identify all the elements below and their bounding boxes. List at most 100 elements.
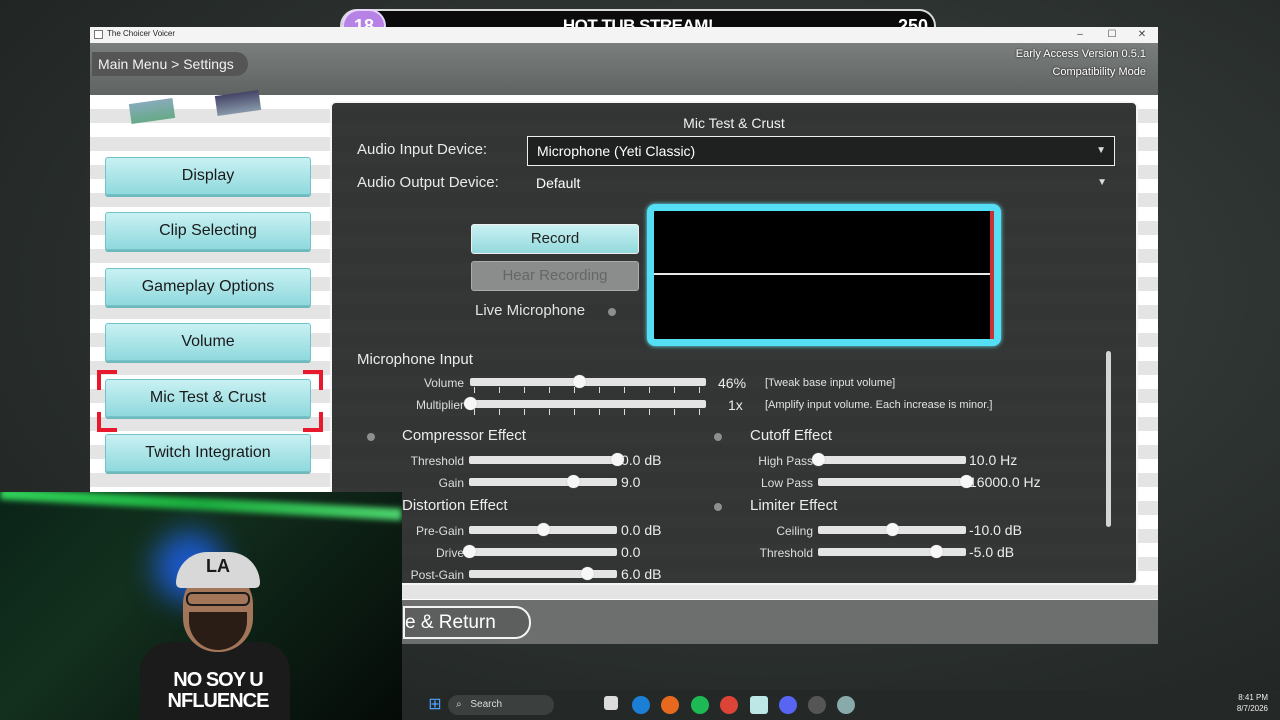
ceiling-slider[interactable] [818,523,966,536]
maximize-icon[interactable]: ☐ [1098,27,1126,43]
limiter-threshold-slider[interactable] [818,545,966,558]
close-icon[interactable]: ✕ [1128,27,1156,43]
window-titlebar: The Choicer Voicer – ☐ ✕ [90,27,1158,43]
highpass-knob[interactable] [812,453,825,466]
compressor-gain-value: 9.0 [621,474,641,490]
chevron-down-icon: ▼ [1096,145,1106,156]
clock-date: 8/7/2026 [1236,704,1268,713]
sidebar-item-clip-selecting[interactable]: Clip Selecting [105,212,311,250]
highpass-value: 10.0 Hz [969,452,1018,468]
live-microphone-toggle[interactable] [608,308,616,316]
limiter-heading: Limiter Effect [750,497,838,514]
firefox-icon[interactable] [661,696,679,714]
hear-recording-button[interactable]: Hear Recording [471,261,639,291]
live-microphone-label: Live Microphone [475,302,586,319]
taskbar-search[interactable]: ⌕ Search [448,695,554,715]
limiter-toggle[interactable] [714,503,722,511]
sidebar-item-display[interactable]: Display [105,157,311,195]
obs-icon[interactable] [808,696,826,714]
streamer-cap: LA [176,552,260,588]
audio-input-label: Audio Input Device: [357,141,488,158]
cutoff-heading: Cutoff Effect [750,427,832,444]
task-view-icon[interactable] [604,696,618,710]
minimize-icon[interactable]: – [1066,27,1094,43]
settings-gear-icon[interactable] [837,696,855,714]
choicer-voicer-app-icon[interactable] [750,696,768,714]
volume-slider[interactable] [470,375,706,393]
waveform-playhead [990,211,994,339]
mic-test-panel: Mic Test & Crust Audio Input Device: Mic… [330,101,1138,585]
sidebar-item-gameplay-options[interactable]: Gameplay Options [105,268,311,306]
waveform-line [654,273,994,275]
lowpass-value: 16000.0 Hz [969,474,1041,490]
panel-title: Mic Test & Crust [683,115,785,131]
chrome-icon[interactable] [720,696,738,714]
ceiling-knob[interactable] [886,523,899,536]
multiplier-note: [Amplify input volume. Each increase is … [765,399,993,411]
postgain-slider[interactable] [469,567,617,580]
limiter-threshold-value: -5.0 dB [969,544,1015,560]
audio-output-dropdown[interactable]: Default ▼ [527,169,1115,199]
sidebar-item-mic-test-crust[interactable]: Mic Test & Crust [105,379,311,417]
drive-value: 0.0 [621,544,641,560]
version-info: Early Access Version 0.5.1 Compatibility… [1016,45,1146,81]
pregain-knob[interactable] [537,523,550,536]
cap-logo: LA [206,556,230,576]
multiplier-label: Multiplier [415,398,464,412]
record-button[interactable]: Record [471,224,639,254]
highpass-slider[interactable] [812,453,966,466]
pregain-slider[interactable] [469,523,617,536]
compressor-toggle[interactable] [367,433,375,441]
postgain-value: 6.0 dB [621,566,662,582]
system-clock: 8:41 PM 8/7/2026 [1237,692,1268,714]
panel-scrollbar[interactable] [1106,351,1111,527]
spotify-icon[interactable] [691,696,709,714]
sidebar-item-volume[interactable]: Volume [105,323,311,361]
volume-note: [Tweak base input volume] [765,377,896,389]
limiter-threshold-label: Threshold [759,546,813,560]
compressor-threshold-slider[interactable] [469,453,624,466]
breadcrumb: Main Menu > Settings [92,52,248,76]
limiter-threshold-knob[interactable] [930,545,944,558]
highpass-label: High Pass [758,454,813,468]
audio-output-value: Default [536,175,581,191]
multiplier-slider-knob[interactable] [464,397,477,410]
waveform-display [647,204,1001,346]
audio-input-dropdown[interactable]: Microphone (Yeti Classic) ▼ [527,136,1115,166]
ceiling-value: -10.0 dB [969,522,1022,538]
webcam-overlay: LA NO SOY U NFLUENCE [0,492,402,720]
windows-start-icon[interactable]: ⊞ [426,696,444,714]
shirt-text-line1: NO SOY U [173,669,263,691]
audio-output-label: Audio Output Device: [357,174,499,191]
compressor-heading: Compressor Effect [402,427,526,444]
lowpass-slider[interactable] [818,475,973,488]
postgain-knob[interactable] [581,567,595,580]
decorative-thumbnail [128,98,176,124]
drive-slider[interactable] [463,545,617,558]
volume-value: 46% [718,375,747,391]
microphone-input-heading: Microphone Input [357,351,473,368]
multiplier-value: 1x [728,397,743,413]
streamer-glasses [186,592,250,606]
shirt-text-line2: NFLUENCE [167,690,270,712]
green-led-light [0,492,402,521]
audio-input-value: Microphone (Yeti Classic) [537,143,696,159]
compressor-gain-slider[interactable] [469,475,617,488]
compressor-gain-knob[interactable] [566,475,580,488]
discord-icon[interactable] [779,696,797,714]
clock-time: 8:41 PM [1238,693,1268,702]
compressor-threshold-label: Threshold [410,454,464,468]
sidebar-item-twitch-integration[interactable]: Twitch Integration [105,434,311,472]
app-header: Main Menu > Settings Early Access Versio… [90,43,1158,95]
multiplier-slider[interactable] [464,397,706,415]
drive-knob[interactable] [463,545,476,558]
app-icon [94,30,103,39]
cutoff-toggle[interactable] [714,433,722,441]
compressor-gain-label: Gain [438,476,464,490]
compatibility-mode-text: Compatibility Mode [1052,66,1146,78]
edge-browser-icon[interactable] [632,696,650,714]
save-and-return-button[interactable]: e & Return [403,606,531,639]
volume-slider-knob[interactable] [572,375,586,388]
ceiling-label: Ceiling [776,524,813,538]
chevron-down-icon: ▼ [1097,177,1107,188]
